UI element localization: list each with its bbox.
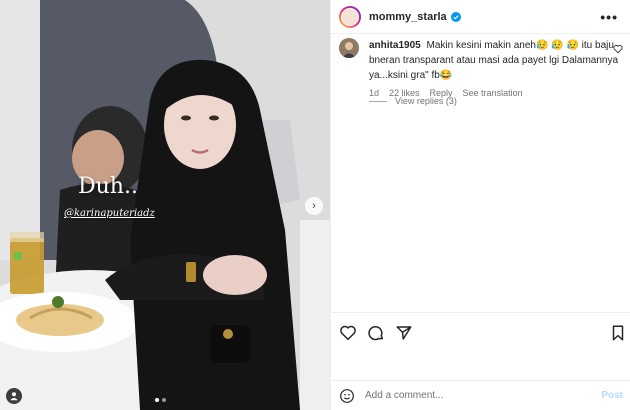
carousel-indicator <box>155 398 166 402</box>
instagram-post-view: Duh.. @karinaputeriadz › mommy_starla ••… <box>0 0 630 410</box>
save-bookmark-icon[interactable] <box>609 324 627 342</box>
share-send-icon[interactable] <box>395 324 413 342</box>
post-comment-button[interactable]: Post <box>601 390 623 401</box>
like-heart-icon[interactable] <box>339 324 357 342</box>
commenter-avatar[interactable] <box>339 38 359 58</box>
post-actions-bar <box>339 322 627 344</box>
chevron-right-icon: › <box>312 200 316 212</box>
emoji-icon[interactable] <box>339 388 355 404</box>
carousel-dot <box>162 398 166 402</box>
view-replies-label: View replies (3) <box>395 96 457 106</box>
comment-bubble-icon[interactable] <box>367 324 385 342</box>
add-comment-input[interactable] <box>365 390 602 401</box>
comment-item: anhita1905 Makin kesini makin aneh😥 😥 😥 … <box>339 38 627 101</box>
view-replies-button[interactable]: View replies (3) <box>369 96 457 106</box>
verified-badge-icon <box>450 11 461 22</box>
add-comment-bar: Post <box>331 380 630 410</box>
author-username[interactable]: mommy_starla <box>369 11 447 23</box>
post-header: mommy_starla ••• <box>331 0 630 34</box>
commenter-avatar-image <box>339 38 359 58</box>
story-overlay-text: Duh.. <box>78 174 138 199</box>
photo-scene <box>0 0 330 410</box>
person-icon <box>10 392 18 401</box>
comment-like-heart-icon[interactable] <box>613 44 623 54</box>
post-photo[interactable]: Duh.. @karinaputeriadz › <box>0 0 330 410</box>
more-options-button[interactable]: ••• <box>600 9 622 25</box>
mention-tag[interactable]: @karinaputeriadz <box>64 208 155 219</box>
next-photo-button[interactable]: › <box>305 197 323 215</box>
post-side-panel: mommy_starla ••• anhita1905 Makin kesini… <box>330 0 630 410</box>
commenter-username[interactable]: anhita1905 <box>369 40 421 51</box>
tagged-users-button[interactable] <box>6 388 22 404</box>
replies-divider <box>369 100 387 102</box>
comment-body: anhita1905 Makin kesini makin aneh😥 😥 😥 … <box>369 38 627 101</box>
carousel-dot <box>155 398 159 402</box>
see-translation-button[interactable]: See translation <box>463 86 523 101</box>
author-avatar[interactable] <box>339 5 361 28</box>
actions-divider <box>331 312 630 313</box>
